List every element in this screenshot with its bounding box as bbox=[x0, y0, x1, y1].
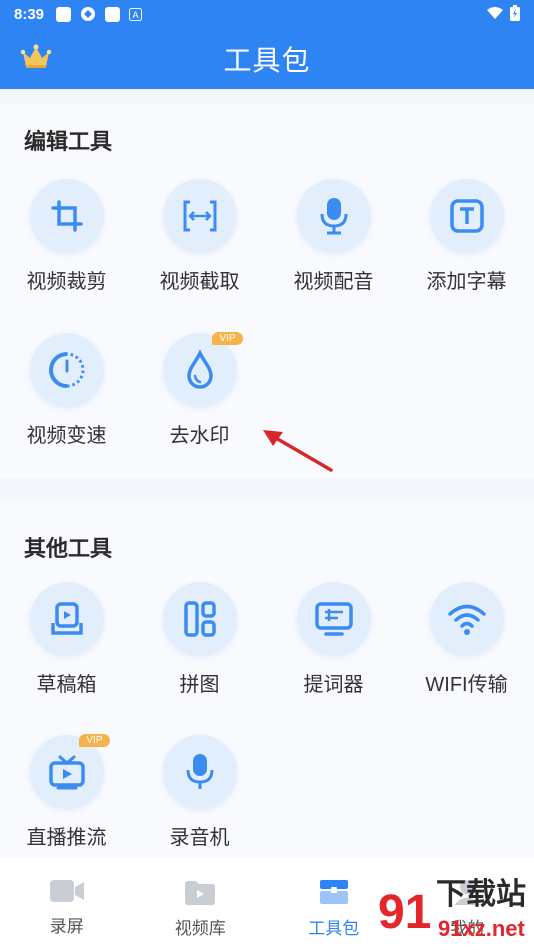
notification-icon bbox=[56, 6, 72, 22]
tool-voice-recorder[interactable]: 录音机 bbox=[133, 735, 266, 855]
vip-badge: VIP bbox=[79, 734, 110, 747]
tool-live-streaming[interactable]: VIP 直播推流 bbox=[0, 734, 133, 855]
tool-wifi-transfer[interactable]: WIFI传输 bbox=[400, 582, 533, 702]
collage-icon bbox=[183, 601, 216, 637]
tool-icon-circle bbox=[162, 582, 237, 656]
tool-video-trim[interactable]: 视频截取 bbox=[133, 179, 266, 299]
status-time: 8:39 bbox=[14, 5, 45, 23]
tool-video-dubbing[interactable]: 视频配音 bbox=[267, 179, 400, 299]
tool-remove-watermark[interactable]: VIP 去水印 bbox=[133, 332, 266, 453]
tool-label: 直播推流 bbox=[26, 827, 107, 849]
video-camera-icon bbox=[49, 880, 84, 902]
nav-label: 录屏 bbox=[49, 917, 84, 936]
tool-icon-circle bbox=[162, 735, 237, 809]
nav-screen-record[interactable]: 录屏 bbox=[0, 858, 134, 950]
section-title-other-tools: 其他工具 bbox=[24, 536, 113, 561]
svg-text:A: A bbox=[133, 10, 139, 20]
vip-badge: VIP bbox=[212, 332, 243, 345]
tool-label: 视频裁剪 bbox=[26, 271, 107, 293]
toolbox-icon bbox=[319, 880, 348, 904]
tool-label: 视频变速 bbox=[26, 425, 107, 447]
tool-icon-circle: VIP bbox=[162, 332, 243, 407]
watermark-main-text: 下载站 bbox=[436, 877, 526, 912]
trim-icon bbox=[183, 200, 216, 232]
page-title: 工具包 bbox=[223, 44, 311, 76]
other-tools-section: 其他工具 草稿箱 拼图 提词器 WIFI传输 VIP 直播推流 录音机 bbox=[0, 501, 534, 857]
droplet-icon bbox=[186, 350, 213, 389]
microphone-icon bbox=[320, 198, 347, 235]
tool-icon-circle bbox=[162, 179, 237, 253]
site-watermark-logo: 91 下载站 91xz.net bbox=[366, 874, 526, 942]
tool-label: 提词器 bbox=[303, 674, 364, 696]
video-folder-icon bbox=[185, 881, 216, 905]
tool-label: 草稿箱 bbox=[36, 674, 97, 696]
tool-icon-circle bbox=[429, 582, 504, 656]
nav-label: 工具包 bbox=[308, 919, 360, 938]
teleprompter-icon bbox=[314, 602, 353, 636]
tool-icon-circle bbox=[296, 179, 371, 253]
tool-icon-circle: VIP bbox=[29, 734, 110, 809]
crop-icon bbox=[50, 200, 83, 232]
tool-label: 视频配音 bbox=[293, 271, 374, 293]
wifi-icon bbox=[447, 604, 486, 635]
wifi-signal-icon bbox=[487, 7, 503, 19]
annotation-arrow bbox=[263, 430, 333, 472]
tool-video-crop[interactable]: 视频裁剪 bbox=[0, 179, 133, 299]
watermark-digits: 91 bbox=[378, 886, 431, 939]
tool-add-subtitles[interactable]: 添加字幕 bbox=[400, 179, 533, 299]
app-bar: 工具包 bbox=[0, 28, 534, 89]
notification-icon-2 bbox=[105, 6, 121, 22]
text-icon bbox=[449, 199, 484, 233]
nav-video-library[interactable]: 视频库 bbox=[134, 858, 268, 950]
tv-icon bbox=[48, 755, 85, 790]
status-bar: 8:39 A bbox=[0, 0, 534, 28]
tool-label: 添加字幕 bbox=[426, 271, 507, 293]
watermark-sub-text: 91xz.net bbox=[438, 916, 525, 941]
tool-label: 去水印 bbox=[169, 425, 230, 447]
speed-dial-icon bbox=[48, 352, 84, 388]
tool-icon-circle bbox=[29, 582, 104, 656]
drafts-icon bbox=[50, 602, 83, 635]
tool-icon-circle bbox=[296, 582, 371, 656]
tool-collage[interactable]: 拼图 bbox=[133, 582, 266, 702]
battery-icon bbox=[510, 5, 520, 21]
nav-label: 视频库 bbox=[174, 919, 226, 938]
tool-icon-circle bbox=[29, 333, 104, 407]
tool-label: WIFI传输 bbox=[425, 674, 508, 696]
tool-label: 视频截取 bbox=[159, 271, 240, 293]
tool-icon-circle bbox=[29, 179, 104, 253]
app-notification-icon bbox=[81, 7, 96, 21]
tool-teleprompter[interactable]: 提词器 bbox=[267, 582, 400, 702]
section-title-edit-tools: 编辑工具 bbox=[24, 129, 113, 154]
tool-drafts[interactable]: 草稿箱 bbox=[0, 582, 133, 702]
tool-video-speed[interactable]: 视频变速 bbox=[0, 333, 133, 453]
crown-icon[interactable] bbox=[20, 42, 52, 72]
tool-label: 录音机 bbox=[169, 827, 230, 849]
tool-label: 拼图 bbox=[179, 674, 220, 696]
a-notification-icon: A bbox=[129, 7, 143, 21]
microphone-icon bbox=[186, 754, 213, 789]
tool-icon-circle bbox=[429, 179, 504, 253]
